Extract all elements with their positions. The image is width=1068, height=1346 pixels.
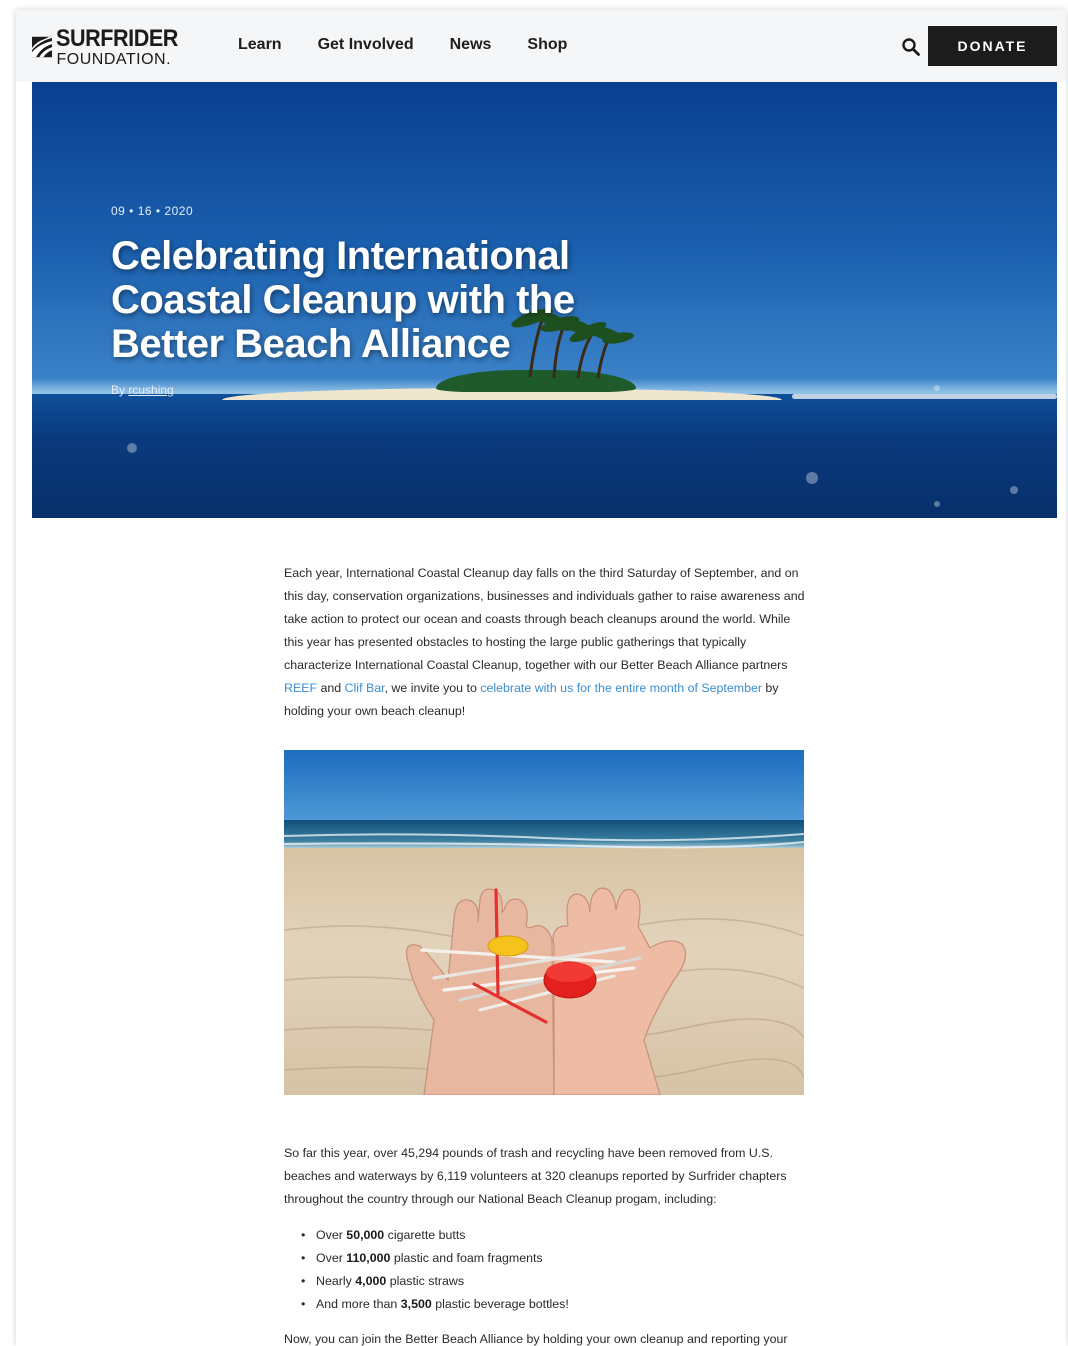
post-byline: By rcushing <box>111 383 174 397</box>
nav-news[interactable]: News <box>450 36 492 54</box>
list-item: And more than 3,500 plastic beverage bot… <box>284 1293 808 1316</box>
site-header: SURFRIDER FOUNDATION. Learn Get Involved… <box>16 10 1066 82</box>
search-icon[interactable] <box>900 36 922 58</box>
surfrider-logo[interactable]: SURFRIDER FOUNDATION. <box>32 24 192 70</box>
author-link[interactable]: rcushing <box>128 383 173 397</box>
intro-paragraph: Each year, International Coastal Cleanup… <box>284 566 805 718</box>
page-title: Celebrating International Coastal Cleanu… <box>111 234 575 366</box>
hands-holding-plastic-image <box>284 833 804 1095</box>
donate-button[interactable]: DONATE <box>928 26 1057 66</box>
logo-wordmark-top: SURFRIDER <box>56 24 179 52</box>
nav-learn[interactable]: Learn <box>238 36 282 54</box>
reef-link[interactable]: REEF <box>284 681 317 695</box>
stats-list: Over 50,000 cigarette butts Over 110,000… <box>284 1224 808 1316</box>
celebrate-link[interactable]: celebrate with us for the entire month o… <box>480 681 762 695</box>
list-item: Over 50,000 cigarette butts <box>284 1224 808 1247</box>
post-date: 09 • 16 • 2020 <box>111 204 194 218</box>
page-frame: SURFRIDER FOUNDATION. Learn Get Involved… <box>16 10 1066 1346</box>
closing-paragraph: Now, you can join the Better Beach Allia… <box>284 1332 788 1346</box>
nav-get-involved[interactable]: Get Involved <box>318 36 414 54</box>
article-body: Each year, International Coastal Cleanup… <box>284 562 808 723</box>
hero-banner: 09 • 16 • 2020 Celebrating International… <box>32 82 1057 518</box>
logo-wordmark-bottom: FOUNDATION. <box>56 50 172 68</box>
wave-logo-icon <box>32 36 53 58</box>
list-item: Nearly 4,000 plastic straws <box>284 1270 808 1293</box>
stats-paragraph: So far this year, over 45,294 pounds of … <box>284 1146 787 1206</box>
beach-trash-photo <box>284 750 804 1095</box>
nav-shop[interactable]: Shop <box>527 36 567 54</box>
clif-bar-link[interactable]: Clif Bar <box>345 681 385 695</box>
main-nav: Learn Get Involved News Shop <box>238 36 567 54</box>
list-item: Over 110,000 plastic and foam fragments <box>284 1247 808 1270</box>
